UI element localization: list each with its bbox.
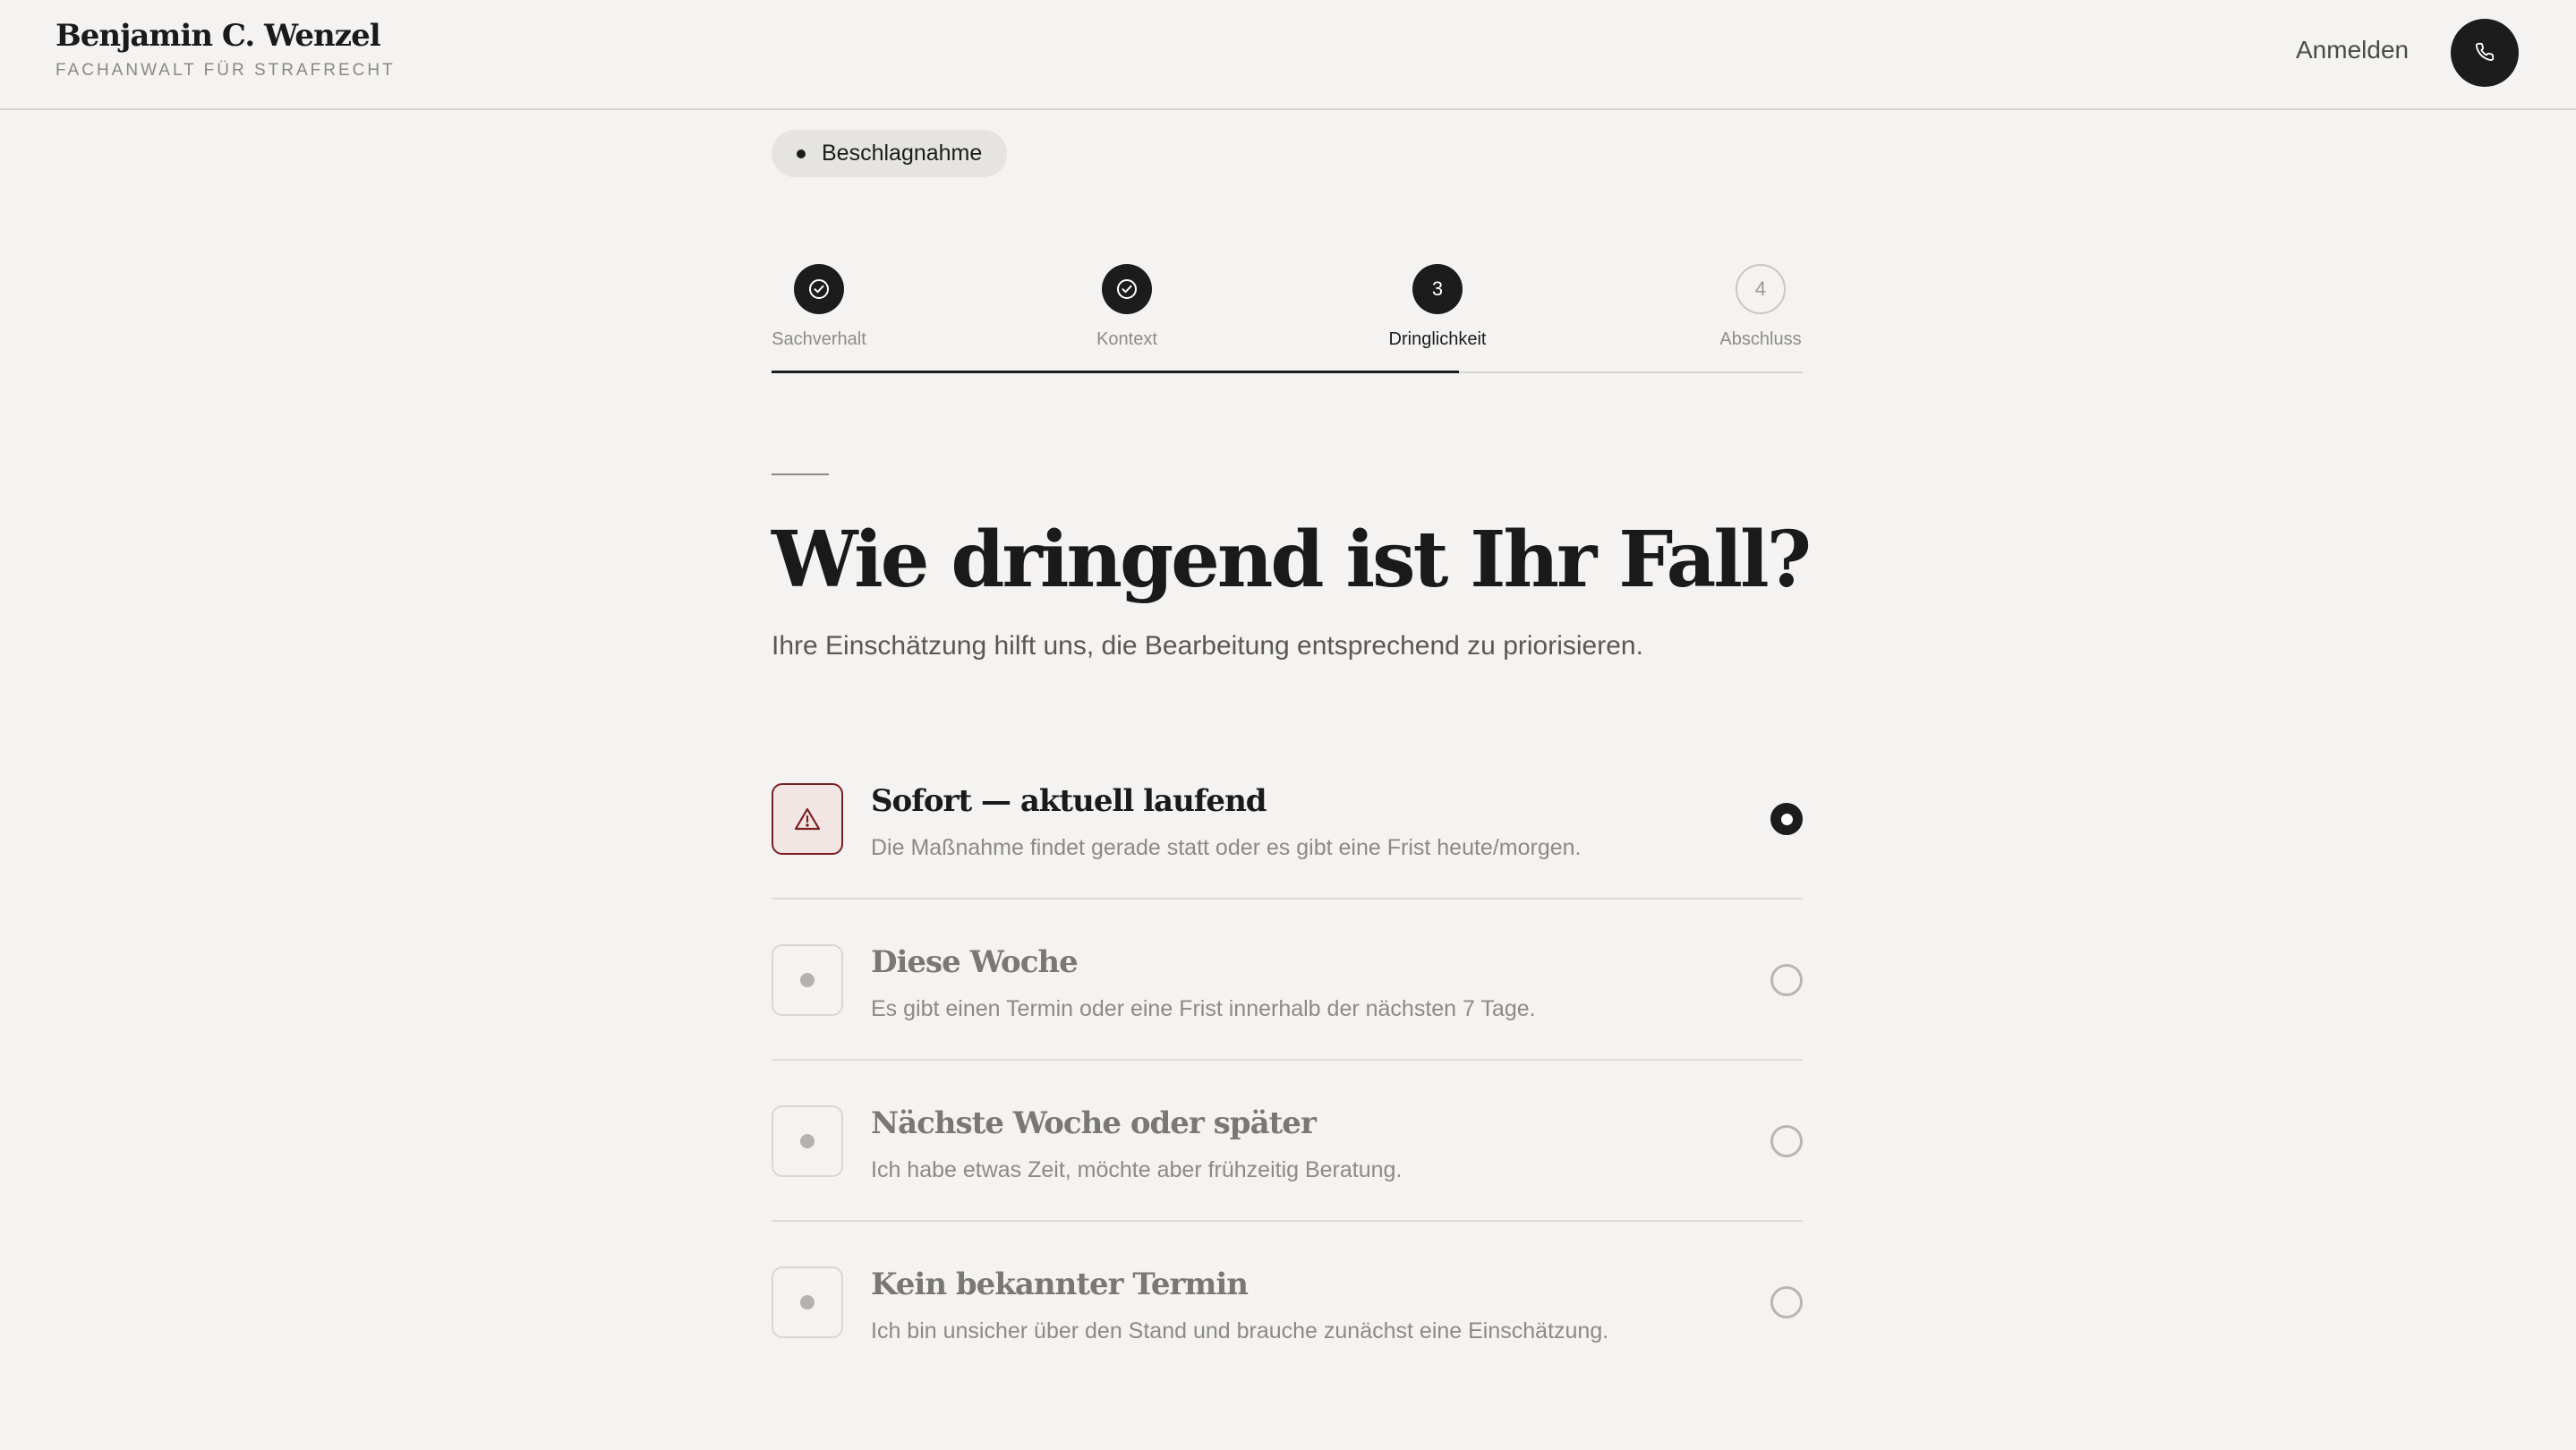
option-title: Diese Woche	[871, 944, 1079, 980]
step-label: Abschluss	[1719, 329, 1802, 349]
step-circle	[1102, 264, 1152, 314]
step-circle: 3	[1412, 264, 1463, 314]
checkmark-icon	[809, 279, 829, 299]
option-title: Sofort — aktuell laufend	[871, 783, 1267, 819]
step-circle: 4	[1736, 264, 1786, 314]
step-label: Dringlichkeit	[1388, 329, 1487, 349]
option-description: Ich habe etwas Zeit, möchte aber frühzei…	[871, 1157, 1403, 1182]
option-kein-termin[interactable]: Kein bekannter Termin Ich bin unsicher ü…	[772, 1222, 1803, 1383]
dot-icon	[800, 1134, 815, 1148]
option-naechste-woche[interactable]: Nächste Woche oder später Ich habe etwas…	[772, 1061, 1803, 1222]
question-subtitle: Ihre Einschätzung hilft uns, die Bearbei…	[772, 631, 1643, 661]
step-label: Sachverhalt	[772, 329, 866, 349]
checkmark-icon	[1117, 279, 1137, 299]
chip-label: Beschlagnahme	[822, 141, 983, 166]
option-sofort[interactable]: Sofort — aktuell laufend Die Maßnahme fi…	[772, 738, 1803, 900]
radio-button[interactable]	[1770, 803, 1803, 835]
step-abschluss[interactable]: 4 Abschluss	[1671, 264, 1850, 350]
brand-name[interactable]: Benjamin C. Wenzel	[55, 18, 381, 54]
step-sachverhalt[interactable]: Sachverhalt	[729, 264, 908, 350]
option-description: Die Maßnahme findet gerade statt oder es…	[871, 835, 1582, 860]
brand-subtitle: FACHANWALT FÜR STRAFRECHT	[55, 61, 396, 80]
question-title: Wie dringend ist Ihr Fall?	[772, 515, 1812, 605]
option-icon-box	[772, 1267, 843, 1338]
option-icon-box	[772, 1105, 843, 1177]
option-icon-box	[772, 783, 843, 855]
step-label: Kontext	[1096, 329, 1157, 349]
dot-icon	[800, 1295, 815, 1309]
radio-button[interactable]	[1770, 1286, 1803, 1318]
option-diese-woche[interactable]: Diese Woche Es gibt einen Termin oder ei…	[772, 900, 1803, 1061]
topic-chip: Beschlagnahme	[772, 130, 1007, 177]
progress-track	[772, 371, 1803, 373]
site-header: Benjamin C. Wenzel FACHANWALT FÜR STRAFR…	[0, 0, 2576, 110]
call-button[interactable]	[2451, 19, 2519, 87]
chip-dot	[797, 149, 806, 158]
option-icon-box	[772, 944, 843, 1016]
step-kontext[interactable]: Kontext	[1037, 264, 1216, 350]
phone-icon	[2475, 42, 2495, 64]
step-dringlichkeit[interactable]: 3 Dringlichkeit	[1348, 264, 1527, 350]
option-description: Ich bin unsicher über den Stand und brau…	[871, 1318, 1609, 1343]
option-title: Nächste Woche oder später	[871, 1105, 1317, 1141]
radio-button[interactable]	[1770, 964, 1803, 996]
warning-triangle-icon	[794, 807, 821, 831]
radio-button[interactable]	[1770, 1125, 1803, 1157]
accent-rule	[772, 473, 829, 475]
step-circle	[794, 264, 844, 314]
option-title: Kein bekannter Termin	[871, 1267, 1249, 1302]
option-description: Es gibt einen Termin oder eine Frist inn…	[871, 996, 1536, 1021]
login-link[interactable]: Anmelden	[2296, 36, 2409, 64]
dot-icon	[800, 973, 815, 987]
progress-fill	[772, 371, 1460, 373]
